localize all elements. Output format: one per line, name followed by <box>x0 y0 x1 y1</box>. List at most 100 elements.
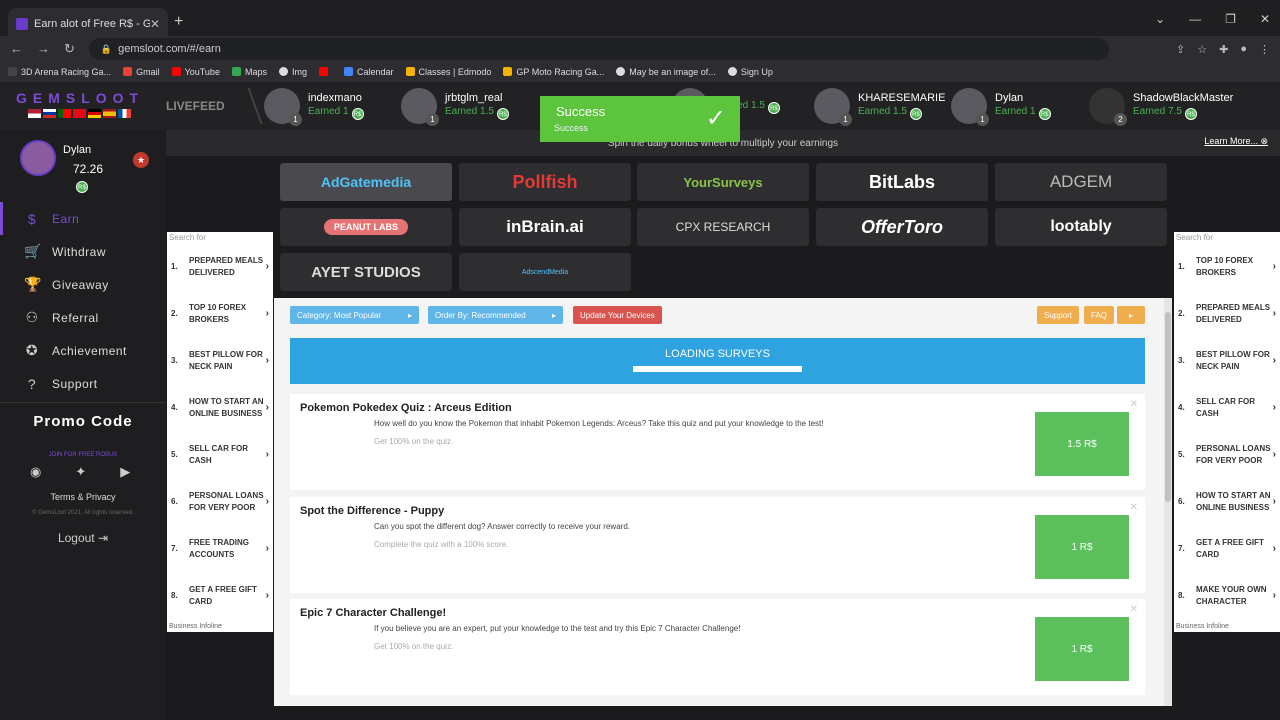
survey-reward-button[interactable]: 1 R$ <box>1035 617 1129 681</box>
bookmark[interactable]: Calendar <box>343 67 394 77</box>
update-devices-button[interactable]: Update Your Devices <box>573 306 662 324</box>
flag-de-icon[interactable] <box>88 109 101 118</box>
ad-item[interactable]: 5. SELL CAR FOR CASH › <box>167 431 273 478</box>
flag-es-icon[interactable] <box>103 109 116 118</box>
flag-ru-icon[interactable] <box>43 109 56 118</box>
discord-icon[interactable]: ◉ <box>30 464 41 480</box>
loading-text: LOADING SURVEYS <box>665 348 770 360</box>
minimize-icon[interactable]: — <box>1189 12 1201 26</box>
ad-search-label: Search for <box>1176 233 1213 242</box>
back-icon[interactable]: ← <box>10 41 23 57</box>
twitter-icon[interactable]: ✦ <box>75 464 86 480</box>
terms-link[interactable]: Terms & Privacy <box>0 492 166 502</box>
sidebar-item-support[interactable]: ? Support <box>0 367 166 400</box>
category-filter[interactable]: Category: Most Popular ▸ <box>290 306 419 324</box>
browser-tab-strip: Earn alot of Free R$ - GemsLoot ✕ + ⌄ — … <box>0 0 1280 40</box>
ad-item[interactable]: 1. TOP 10 FOREX BROKERS › <box>1174 243 1280 290</box>
profile-icon[interactable]: ● <box>1240 43 1247 56</box>
close-icon[interactable]: ✕ <box>1130 604 1138 615</box>
ad-item[interactable]: 4. HOW TO START AN ONLINE BUSINESS › <box>167 384 273 431</box>
ad-item[interactable]: 3. BEST PILLOW FOR NECK PAIN › <box>1174 337 1280 384</box>
flag-fr-icon[interactable] <box>118 109 131 118</box>
flag-tr-icon[interactable] <box>73 109 86 118</box>
survey-reward-button[interactable]: 1 R$ <box>1035 515 1129 579</box>
bookmark[interactable]: Maps <box>231 67 267 77</box>
ad-item[interactable]: 1. PREPARED MEALS DELIVERED › <box>167 243 273 290</box>
order-filter[interactable]: Order By: Recommended ▸ <box>428 306 563 324</box>
ad-item[interactable]: 3. BEST PILLOW FOR NECK PAIN › <box>167 337 273 384</box>
promo-code-button[interactable]: Promo Code <box>0 413 166 430</box>
menu-dots-icon[interactable]: ⋮ <box>1259 43 1270 56</box>
learn-more-link[interactable]: Learn More... ⊗ <box>1204 136 1268 147</box>
sidebar-item-earn[interactable]: $ Earn <box>0 202 166 235</box>
offerwall-yoursurveys[interactable]: YourSurveys <box>637 163 809 201</box>
ad-item[interactable]: 7. FREE TRADING ACCOUNTS › <box>167 525 273 572</box>
offerwall-ayet-studios[interactable]: AYET STUDIOS <box>280 253 452 291</box>
ad-item[interactable]: 6. PERSONAL LOANS FOR VERY POOR › <box>167 478 273 525</box>
avatar: 1 <box>401 88 439 126</box>
close-icon[interactable]: ✕ <box>1130 502 1138 513</box>
close-tab-icon[interactable]: ✕ <box>150 17 160 31</box>
offerwall-adscendmedia[interactable]: AdscendMedia <box>459 253 631 291</box>
bookmark[interactable]: Img <box>278 67 307 77</box>
ad-item[interactable]: 2. PREPARED MEALS DELIVERED › <box>1174 290 1280 337</box>
maximize-icon[interactable]: ❐ <box>1225 12 1236 26</box>
youtube-icon[interactable]: ▶ <box>120 464 130 480</box>
forward-icon[interactable]: → <box>37 41 50 57</box>
sidebar-item-giveaway[interactable]: 🏆 Giveaway <box>0 268 166 301</box>
new-tab-icon[interactable]: + <box>174 13 183 31</box>
star-icon[interactable]: ☆ <box>1197 43 1207 56</box>
offerwall-adgem[interactable]: ADGEM <box>995 163 1167 201</box>
bookmark[interactable]: Sign Up <box>727 67 773 77</box>
checkmark-icon: ✓ <box>705 105 726 132</box>
scrollbar[interactable] <box>1164 298 1172 706</box>
logout-button[interactable]: Logout ⇥ <box>0 531 166 545</box>
offerwall-inbrain[interactable]: inBrain.ai <box>459 208 631 246</box>
flag-us-icon[interactable] <box>28 109 41 118</box>
bookmark[interactable]: YouTube <box>171 67 220 77</box>
offerwall-lootably[interactable]: lootably <box>995 208 1167 246</box>
sidebar-item-referral[interactable]: ⚇ Referral <box>0 301 166 334</box>
bookmark[interactable]: Gmail <box>123 67 160 77</box>
url-field[interactable]: 🔒 gemsloot.com/#/earn <box>88 38 1109 60</box>
faq-button[interactable]: FAQ <box>1084 306 1115 324</box>
offerwall-pollfish[interactable]: Pollfish <box>459 163 631 201</box>
sidebar-item-achievement[interactable]: ✪ Achievement <box>0 334 166 367</box>
ad-item[interactable]: 8. MAKE YOUR OWN CHARACTER › <box>1174 572 1280 619</box>
gemsloot-logo[interactable]: GEMSLOOT <box>16 90 144 106</box>
ad-item[interactable]: 4. SELL CAR FOR CASH › <box>1174 384 1280 431</box>
level-badge-icon[interactable]: ★ <box>133 152 149 168</box>
bookmark[interactable]: 3D Arena Racing Ga... <box>8 67 111 77</box>
sidebar-item-withdraw[interactable]: 🛒 Withdraw <box>0 235 166 268</box>
flag-pt-icon[interactable] <box>58 109 71 118</box>
offerwall-offertoro[interactable]: OfferToro <box>816 208 988 246</box>
chevron-down-icon[interactable]: ⌄ <box>1155 12 1165 26</box>
ad-item[interactable]: 6. HOW TO START AN ONLINE BUSINESS › <box>1174 478 1280 525</box>
support-button[interactable]: Support <box>1037 306 1080 324</box>
avatar: 1 <box>951 88 989 126</box>
more-button[interactable]: ▸ <box>1117 306 1145 324</box>
offerwall-cpx-research[interactable]: CPX RESEARCH <box>637 208 809 246</box>
success-toast[interactable]: Success Success ✓ <box>540 96 740 142</box>
survey-reward-button[interactable]: 1.5 R$ <box>1035 412 1129 476</box>
bookmark[interactable]: Classes | Edmodo <box>405 67 491 77</box>
ad-item[interactable]: 7. GET A FREE GIFT CARD › <box>1174 525 1280 572</box>
user-profile[interactable]: Dylan 72.26R$ ★ <box>20 140 149 193</box>
reload-icon[interactable]: ↻ <box>64 41 75 57</box>
ad-item[interactable]: 8. GET A FREE GIFT CARD › <box>167 572 273 619</box>
ad-item[interactable]: 2. TOP 10 FOREX BROKERS › <box>167 290 273 337</box>
survey-card[interactable]: Spot the Difference - Puppy Can you spot… <box>290 497 1145 593</box>
bookmark[interactable]: May be an image of... <box>616 67 716 77</box>
bookmark[interactable] <box>318 67 332 77</box>
share-icon[interactable]: ⇪ <box>1176 43 1185 56</box>
ad-item[interactable]: 5. PERSONAL LOANS FOR VERY POOR › <box>1174 431 1280 478</box>
survey-card[interactable]: Epic 7 Character Challenge! If you belie… <box>290 599 1145 695</box>
offerwall-peanut-labs[interactable]: PEANUT LABS <box>280 208 452 246</box>
extensions-icon[interactable]: ✚ <box>1219 43 1228 56</box>
close-icon[interactable]: ✕ <box>1130 399 1138 410</box>
offerwall-bitlabs[interactable]: BitLabs <box>816 163 988 201</box>
close-window-icon[interactable]: ✕ <box>1260 12 1270 26</box>
offerwall-adgatemedia[interactable]: AdGatemedia <box>280 163 452 201</box>
survey-card[interactable]: Pokemon Pokedex Quiz : Arceus Edition Ho… <box>290 394 1145 490</box>
bookmark[interactable]: GP Moto Racing Ga... <box>503 67 604 77</box>
